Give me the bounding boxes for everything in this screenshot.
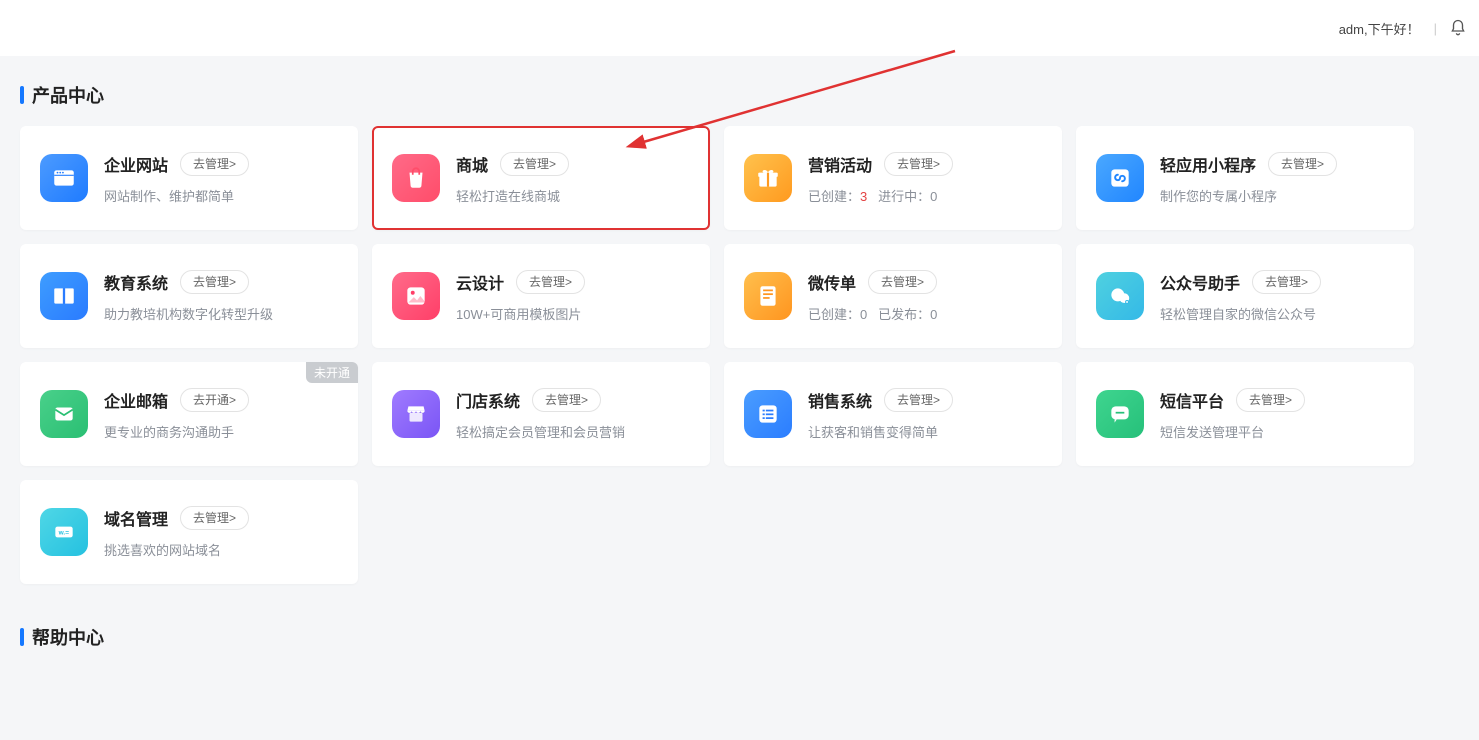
card-subtitle: 轻松搞定会员管理和会员营销 (456, 422, 692, 441)
section-title-help: 帮助中心 (32, 624, 104, 650)
section-accent-bar (20, 86, 24, 104)
card-title: 门店系统 (456, 388, 520, 412)
card-subtitle: 制作您的专属小程序 (1160, 186, 1396, 205)
card-subtitle: 轻松打造在线商城 (456, 186, 692, 205)
card-subtitle: 轻松管理自家的微信公众号 (1160, 304, 1396, 323)
separator: | (1434, 21, 1437, 36)
manage-button[interactable]: 去管理> (1236, 388, 1305, 412)
manage-button[interactable]: 去管理> (180, 506, 249, 530)
card-subtitle: 助力教培机构数字化转型升级 (104, 304, 340, 323)
card-body: 销售系统去管理> 让获客和销售变得简单 (808, 388, 1044, 441)
card-subtitle: 短信发送管理平台 (1160, 422, 1396, 441)
card-subtitle: 已创建：0 已发布：0 (808, 304, 1044, 323)
wechat-icon (1096, 272, 1144, 320)
flyer-icon (744, 272, 792, 320)
card-body: 教育系统去管理> 助力教培机构数字化转型升级 (104, 270, 340, 323)
product-card[interactable]: 教育系统去管理> 助力教培机构数字化转型升级 (20, 244, 358, 348)
product-card[interactable]: 轻应用小程序去管理> 制作您的专属小程序 (1076, 126, 1414, 230)
product-card[interactable]: 微传单去管理> 已创建：0 已发布：0 (724, 244, 1062, 348)
card-subtitle: 10W+可商用模板图片 (456, 304, 692, 323)
card-body: 云设计去管理> 10W+可商用模板图片 (456, 270, 692, 323)
card-subtitle: 网站制作、维护都简单 (104, 186, 340, 205)
section-title: 产品中心 (32, 82, 104, 108)
product-card[interactable]: 公众号助手去管理> 轻松管理自家的微信公众号 (1076, 244, 1414, 348)
card-body: 企业邮箱去开通> 更专业的商务沟通助手 (104, 388, 340, 441)
manage-button[interactable]: 去管理> (500, 152, 569, 176)
manage-button[interactable]: 去管理> (1268, 152, 1337, 176)
product-card[interactable]: 营销活动去管理> 已创建：3 进行中：0 (724, 126, 1062, 230)
unopened-badge: 未开通 (306, 362, 358, 383)
card-body: 营销活动去管理> 已创建：3 进行中：0 (808, 152, 1044, 205)
gift-icon (744, 154, 792, 202)
section-accent-bar (20, 628, 24, 646)
store-icon (392, 390, 440, 438)
miniapp-icon (1096, 154, 1144, 202)
card-title: 企业网站 (104, 152, 168, 176)
image-icon (392, 272, 440, 320)
card-title: 商城 (456, 152, 488, 176)
card-body: 短信平台去管理> 短信发送管理平台 (1160, 388, 1396, 441)
manage-button[interactable]: 去管理> (516, 270, 585, 294)
products-section: 产品中心 企业网站去管理>网站制作、维护都简单商城去管理>轻松打造在线商城营销活… (0, 56, 1479, 668)
card-body: 轻应用小程序去管理> 制作您的专属小程序 (1160, 152, 1396, 205)
card-body: 门店系统去管理> 轻松搞定会员管理和会员营销 (456, 388, 692, 441)
manage-button[interactable]: 去管理> (868, 270, 937, 294)
card-subtitle: 已创建：3 进行中：0 (808, 186, 1044, 205)
card-title: 销售系统 (808, 388, 872, 412)
product-card[interactable]: 门店系统去管理> 轻松搞定会员管理和会员营销 (372, 362, 710, 466)
card-title: 短信平台 (1160, 388, 1224, 412)
product-card[interactable]: 商城去管理> 轻松打造在线商城 (372, 126, 710, 230)
card-title: 教育系统 (104, 270, 168, 294)
manage-button[interactable]: 去开通> (180, 388, 249, 412)
manage-button[interactable]: 去管理> (532, 388, 601, 412)
card-title: 域名管理 (104, 506, 168, 530)
manage-button[interactable]: 去管理> (1252, 270, 1321, 294)
product-card[interactable]: 企业网站去管理> 网站制作、维护都简单 (20, 126, 358, 230)
list-icon (744, 390, 792, 438)
shopping-bag-icon (392, 154, 440, 202)
card-body: 商城去管理> 轻松打造在线商城 (456, 152, 692, 205)
card-title: 营销活动 (808, 152, 872, 176)
card-title: 云设计 (456, 270, 504, 294)
card-subtitle: 挑选喜欢的网站域名 (104, 540, 340, 559)
card-body: 公众号助手去管理> 轻松管理自家的微信公众号 (1160, 270, 1396, 323)
product-card[interactable]: 域名管理去管理> 挑选喜欢的网站域名 (20, 480, 358, 584)
mail-icon (40, 390, 88, 438)
section-header: 产品中心 (2, 64, 1477, 126)
manage-button[interactable]: 去管理> (180, 152, 249, 176)
products-grid: 企业网站去管理>网站制作、维护都简单商城去管理>轻松打造在线商城营销活动去管理>… (2, 126, 1477, 584)
card-title: 微传单 (808, 270, 856, 294)
card-title: 公众号助手 (1160, 270, 1240, 294)
manage-button[interactable]: 去管理> (884, 388, 953, 412)
product-card[interactable]: 云设计去管理> 10W+可商用模板图片 (372, 244, 710, 348)
domain-icon (40, 508, 88, 556)
card-subtitle: 更专业的商务沟通助手 (104, 422, 340, 441)
product-card[interactable]: 销售系统去管理> 让获客和销售变得简单 (724, 362, 1062, 466)
window-icon (40, 154, 88, 202)
card-title: 轻应用小程序 (1160, 152, 1256, 176)
manage-button[interactable]: 去管理> (180, 270, 249, 294)
book-icon (40, 272, 88, 320)
manage-button[interactable]: 去管理> (884, 152, 953, 176)
card-body: 域名管理去管理> 挑选喜欢的网站域名 (104, 506, 340, 559)
notification-bell-icon[interactable] (1449, 19, 1467, 37)
product-card[interactable]: 企业邮箱去开通> 更专业的商务沟通助手 未开通 (20, 362, 358, 466)
card-body: 企业网站去管理> 网站制作、维护都简单 (104, 152, 340, 205)
greeting-text: adm,下午好！ (1339, 19, 1420, 38)
product-card[interactable]: 短信平台去管理> 短信发送管理平台 (1076, 362, 1414, 466)
message-icon (1096, 390, 1144, 438)
card-title: 企业邮箱 (104, 388, 168, 412)
card-subtitle: 让获客和销售变得简单 (808, 422, 1044, 441)
top-bar: adm,下午好！ | (0, 0, 1479, 56)
card-body: 微传单去管理> 已创建：0 已发布：0 (808, 270, 1044, 323)
section-header-help: 帮助中心 (2, 606, 1477, 668)
